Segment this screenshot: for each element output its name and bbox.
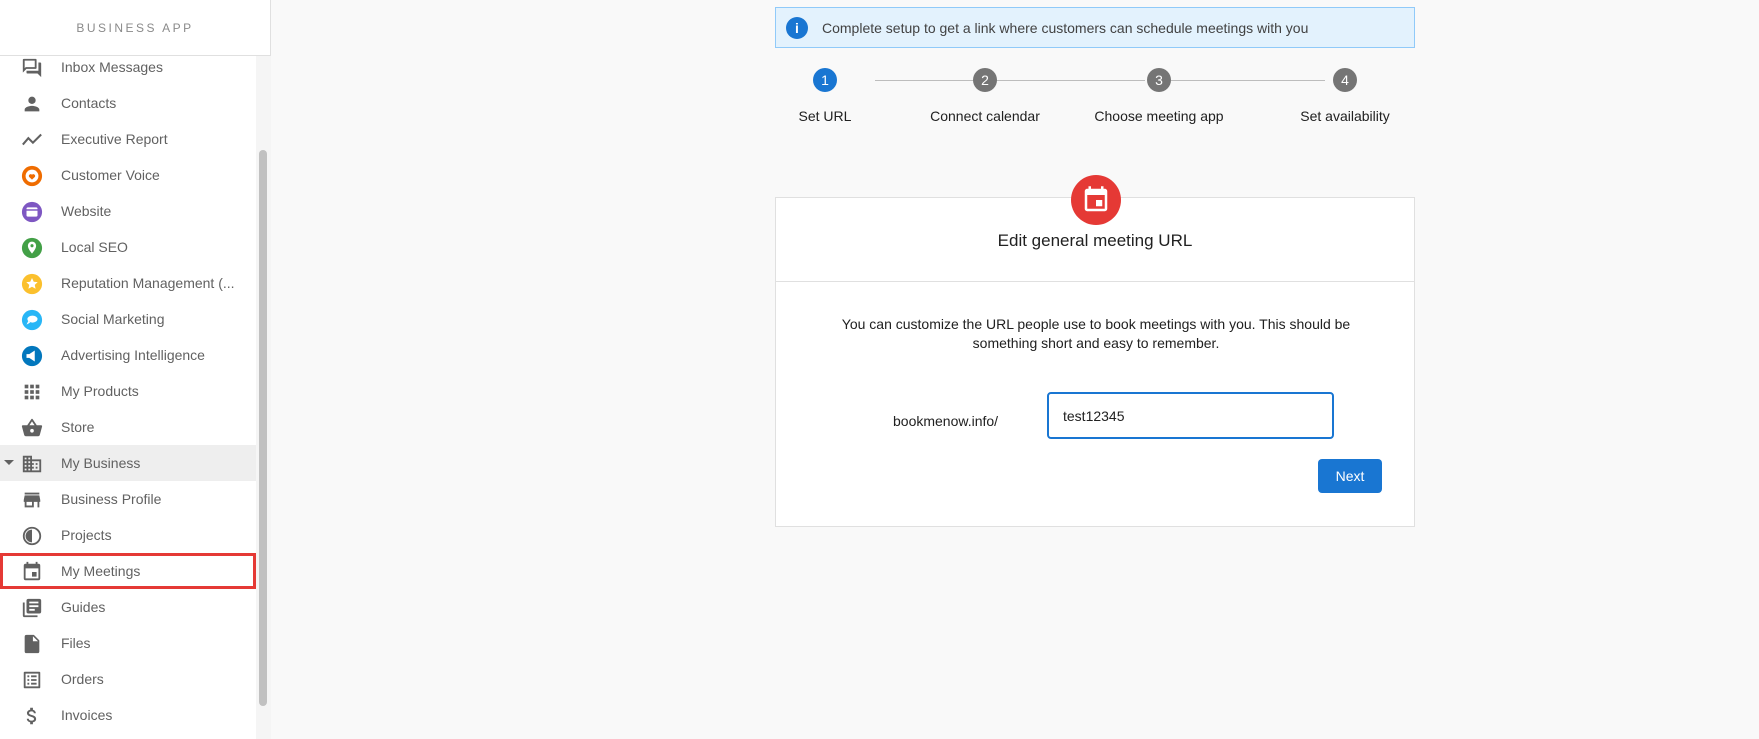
- social-marketing-icon: [21, 309, 43, 331]
- meeting-url-input[interactable]: [1047, 392, 1334, 439]
- sidebar-item-label: Contacts: [61, 95, 117, 111]
- sidebar-item-orders[interactable]: Orders: [0, 661, 256, 697]
- sidebar-scrollbar[interactable]: [256, 56, 271, 739]
- sidebar-item-executive-report[interactable]: Executive Report: [0, 121, 256, 157]
- sidebar-item-label: Local SEO: [61, 239, 128, 255]
- sidebar-item-advertising-intelligence[interactable]: Advertising Intelligence: [0, 337, 256, 373]
- step-connect-calendar[interactable]: 2 Connect calendar: [915, 68, 1055, 124]
- next-button[interactable]: Next: [1318, 459, 1382, 493]
- sidebar-item-label: Store: [61, 419, 95, 435]
- sidebar-item-label: My Meetings: [61, 563, 141, 579]
- meeting-url-card: Edit general meeting URL You can customi…: [775, 175, 1415, 527]
- step-label: Choose meeting app: [1094, 108, 1224, 124]
- sidebar-item-label: My Business: [61, 455, 141, 471]
- sidebar-item-customer-voice[interactable]: Customer Voice: [0, 157, 256, 193]
- card-description: You can customize the URL people use to …: [841, 316, 1351, 351]
- brand-title: BUSINESS APP: [0, 0, 270, 56]
- sidebar-item-label: Website: [61, 203, 112, 219]
- person-icon: [21, 93, 43, 115]
- step-set-availability[interactable]: 4 Set availability: [1275, 68, 1415, 124]
- local-seo-icon: [21, 237, 43, 259]
- sidebar-item-files[interactable]: Files: [0, 625, 256, 661]
- sidebar-item-my-meetings[interactable]: My Meetings: [0, 553, 256, 589]
- file-icon: [21, 633, 43, 655]
- sidebar-item-label: Inbox Messages: [61, 59, 163, 75]
- trend-icon: [21, 129, 43, 151]
- sidebar-item-contacts[interactable]: Contacts: [0, 85, 256, 121]
- sidebar-item-label: Orders: [61, 671, 104, 687]
- sidebar-item-label: Customer Voice: [61, 167, 160, 183]
- card-divider: [776, 281, 1414, 282]
- sidebar-item-label: Executive Report: [61, 131, 168, 147]
- sidebar-item-label: Social Marketing: [61, 311, 165, 327]
- customer-voice-icon: [21, 165, 43, 187]
- sidebar-item-my-business[interactable]: My Business: [0, 445, 256, 481]
- step-number: 2: [973, 68, 997, 92]
- website-icon: [21, 201, 43, 223]
- sidebar-item-projects[interactable]: Projects: [0, 517, 256, 553]
- step-number: 3: [1147, 68, 1171, 92]
- sidebar-item-inbox-messages[interactable]: Inbox Messages: [0, 49, 256, 85]
- sidebar-item-label: Projects: [61, 527, 112, 543]
- caret-down-icon: [4, 460, 14, 465]
- step-label: Set URL: [798, 108, 852, 124]
- sidebar-item-business-profile[interactable]: Business Profile: [0, 481, 256, 517]
- sidebar-item-label: Reputation Management (...: [61, 275, 235, 291]
- sidebar-item-label: Invoices: [61, 707, 113, 723]
- calendar-badge-icon: [1071, 175, 1121, 225]
- chat-icon: [21, 57, 43, 79]
- sidebar-scrollbar-thumb[interactable]: [259, 150, 267, 706]
- grid-icon: [21, 381, 43, 403]
- sidebar-item-social-marketing[interactable]: Social Marketing: [0, 301, 256, 337]
- setup-stepper: 1 Set URL 2 Connect calendar 3 Choose me…: [775, 60, 1415, 140]
- step-number: 1: [813, 68, 837, 92]
- sidebar-item-label: Files: [61, 635, 91, 651]
- sidebar-item-label: Guides: [61, 599, 106, 615]
- sidebar-item-label: Advertising Intelligence: [61, 347, 205, 363]
- step-set-url[interactable]: 1 Set URL: [755, 68, 895, 124]
- sidebar-item-label: Business Profile: [61, 491, 162, 507]
- step-label: Connect calendar: [930, 108, 1040, 124]
- step-choose-meeting-app[interactable]: 3 Choose meeting app: [1089, 68, 1229, 124]
- reputation-icon: [21, 273, 43, 295]
- sidebar-item-label: My Products: [61, 383, 139, 399]
- orders-icon: [21, 669, 43, 691]
- sidebar: BUSINESS APP Inbox Messages Contacts Exe…: [0, 0, 271, 739]
- sidebar-item-invoices[interactable]: Invoices: [0, 697, 256, 733]
- building-icon: [21, 453, 43, 475]
- info-icon: i: [786, 16, 808, 39]
- storefront-icon: [21, 489, 43, 511]
- advertising-icon: [21, 345, 43, 367]
- calendar-icon: [21, 561, 43, 583]
- step-label: Set availability: [1300, 108, 1390, 124]
- info-banner: i Complete setup to get a link where cus…: [775, 7, 1415, 48]
- info-banner-text: Complete setup to get a link where custo…: [822, 19, 1309, 36]
- sidebar-item-guides[interactable]: Guides: [0, 589, 256, 625]
- basket-icon: [21, 417, 43, 439]
- sidebar-item-local-seo[interactable]: Local SEO: [0, 229, 256, 265]
- card-title: Edit general meeting URL: [997, 231, 1193, 250]
- url-prefix-label: bookmenow.info/: [893, 413, 999, 429]
- sidebar-nav: Inbox Messages Contacts Executive Report…: [0, 49, 256, 733]
- step-number: 4: [1333, 68, 1357, 92]
- projects-icon: [21, 525, 43, 547]
- sidebar-item-reputation-management[interactable]: Reputation Management (...: [0, 265, 256, 301]
- guides-icon: [21, 597, 43, 619]
- sidebar-item-store[interactable]: Store: [0, 409, 256, 445]
- dollar-icon: [21, 705, 43, 727]
- sidebar-item-website[interactable]: Website: [0, 193, 256, 229]
- sidebar-item-my-products[interactable]: My Products: [0, 373, 256, 409]
